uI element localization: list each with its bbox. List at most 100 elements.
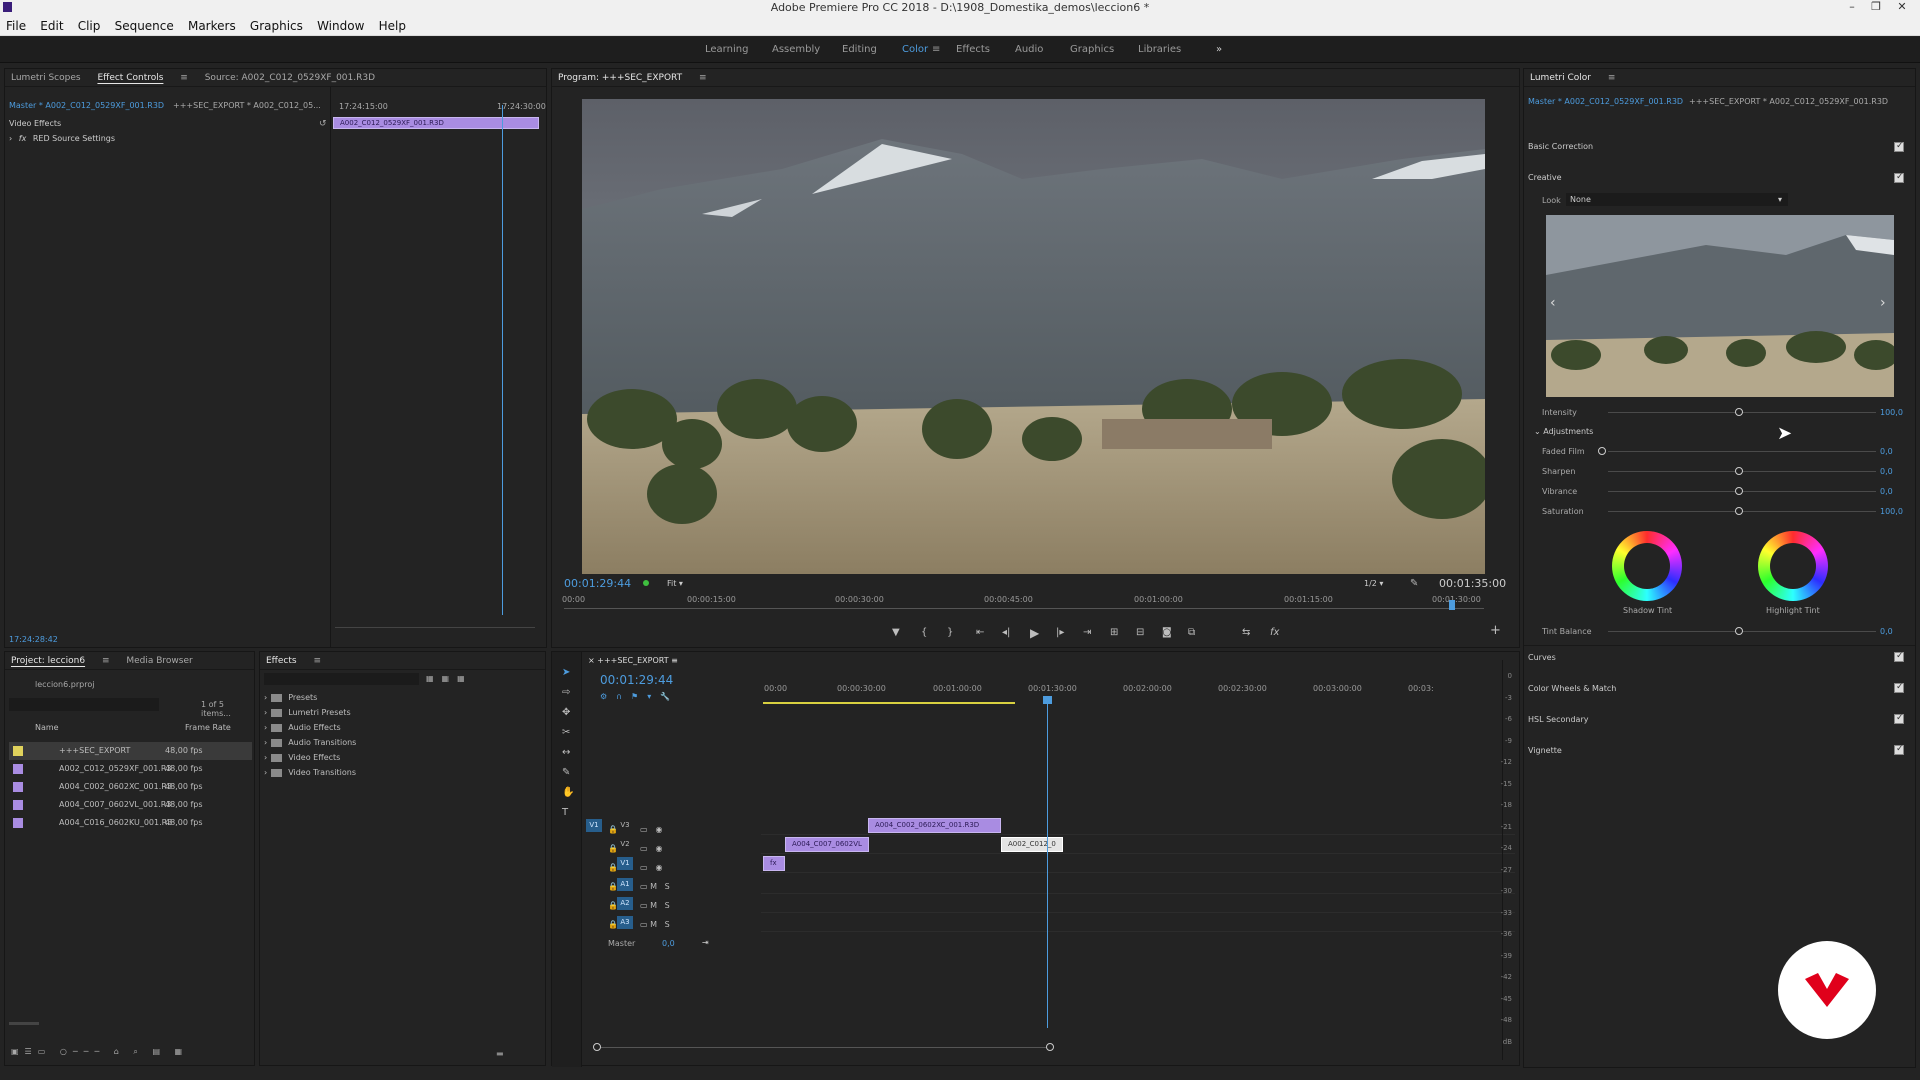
expand-arrow-icon[interactable]: › (264, 768, 267, 777)
expand-arrow-icon[interactable]: › (264, 693, 267, 702)
timeline-tab[interactable]: × +++SEC_EXPORT ≡ (588, 656, 678, 665)
column-frame-rate[interactable]: Frame Rate (185, 723, 231, 732)
program-scrollbar[interactable] (564, 608, 1484, 609)
expand-arrow-icon[interactable]: › (264, 753, 267, 762)
saturation-value[interactable]: 100,0 (1880, 507, 1903, 516)
project-item[interactable]: A004_C002_0602XC_001.R348,00 fps (9, 778, 252, 796)
expand-arrow-icon[interactable]: › (264, 738, 267, 747)
menu-window[interactable]: Window (311, 16, 369, 33)
fx-icon[interactable]: fx (1270, 628, 1279, 638)
sharpen-value[interactable]: 0,0 (1880, 467, 1893, 476)
menu-clip[interactable]: Clip (72, 16, 106, 33)
intensity-knob[interactable] (1735, 408, 1743, 416)
basic-correction-checkbox[interactable] (1894, 141, 1904, 152)
tint-balance-value[interactable]: 0,0 (1880, 627, 1893, 636)
tab-effects[interactable]: Effects (266, 652, 297, 670)
menu-graphics[interactable]: Graphics (244, 16, 308, 33)
play-icon[interactable]: ▶ (1030, 627, 1039, 639)
close-button[interactable]: ✕ (1890, 0, 1914, 16)
step-forward-icon[interactable]: |▸ (1056, 628, 1064, 638)
effects-folder[interactable]: › Video Transitions (264, 764, 356, 782)
label-color-swatch[interactable] (13, 799, 23, 810)
creative-checkbox[interactable] (1894, 172, 1904, 183)
workspace-editing[interactable]: Editing (842, 44, 877, 55)
toggle-proxies-icon[interactable]: ⇆ (1242, 628, 1250, 638)
ec-clip-bar[interactable]: A002_C012_0529XF_001.R3D (333, 117, 539, 129)
vibrance-value[interactable]: 0,0 (1880, 487, 1893, 496)
curves-checkbox[interactable] (1894, 651, 1904, 662)
lumetri-sequence-label[interactable]: +++SEC_EXPORT * A002_C012_0529XF_001.R3D (1689, 97, 1888, 106)
type-tool-icon[interactable]: T (562, 808, 568, 818)
panel-menu-icon[interactable]: ≡ (1608, 73, 1616, 83)
workspace-effects[interactable]: Effects (956, 44, 990, 55)
master-end-icon[interactable]: ⇥ (702, 938, 709, 947)
panel-menu-icon[interactable]: ≡ (102, 656, 110, 666)
faded-film-value[interactable]: 0,0 (1880, 447, 1893, 456)
selection-tool-icon[interactable]: ➤ (562, 668, 570, 678)
timeline-scroll-end[interactable] (1046, 1043, 1054, 1051)
video-track-toggles[interactable]: ▭◉ ▭◉ ▭◉ (640, 820, 671, 877)
label-color-swatch[interactable] (13, 763, 23, 774)
curves-header[interactable]: Curves (1528, 653, 1556, 662)
timeline-tool-icons[interactable]: ⚙∩⚑▾🔧 (600, 692, 679, 701)
ripple-edit-tool-icon[interactable]: ✥ (562, 708, 570, 718)
project-item[interactable]: A002_C012_0529XF_001.R348,00 fps (9, 760, 252, 778)
panel-menu-icon[interactable]: ≡ (180, 73, 188, 83)
color-wheels-header[interactable]: Color Wheels & Match (1528, 684, 1616, 693)
lumetri-title[interactable]: Lumetri Color (1530, 69, 1591, 87)
tab-media-browser[interactable]: Media Browser (126, 652, 192, 670)
vignette-checkbox[interactable] (1894, 744, 1904, 755)
minimize-button[interactable]: – (1840, 0, 1864, 16)
timeline-clip-v1[interactable]: fx (763, 856, 785, 871)
ec-current-time[interactable]: 17:24:28:42 (9, 635, 58, 644)
workspace-color[interactable]: Color (902, 44, 928, 55)
tint-balance-knob[interactable] (1735, 627, 1743, 635)
step-back-icon[interactable]: ◂| (1002, 628, 1010, 638)
track-v1-label[interactable]: V1 (617, 857, 633, 870)
tab-effect-controls[interactable]: Effect Controls (97, 69, 163, 87)
creative-header[interactable]: Creative (1528, 173, 1562, 182)
hand-tool-icon[interactable]: ✋ (562, 788, 574, 798)
track-lock-icons[interactable]: 🔒 🔒 🔒 🔒 🔒 🔒 (608, 820, 618, 934)
expand-arrow-icon[interactable]: › (264, 708, 267, 717)
pen-tool-icon[interactable]: ✎ (562, 768, 570, 778)
restore-button[interactable]: ❐ (1864, 0, 1888, 16)
track-a2-label[interactable]: A2 (617, 897, 633, 910)
mark-out-icon[interactable]: } (947, 628, 953, 638)
look-next-icon[interactable]: › (1880, 295, 1886, 311)
timeline-playhead[interactable] (1047, 698, 1048, 1028)
fx-icon[interactable]: fx (19, 134, 27, 143)
tab-project[interactable]: Project: leccion6 (11, 652, 85, 670)
project-scrollbar[interactable] (9, 1022, 39, 1025)
faded-film-track[interactable] (1608, 451, 1876, 452)
look-select[interactable]: None ▾ (1566, 193, 1788, 206)
label-color-swatch[interactable] (13, 745, 23, 756)
resolution-select[interactable]: 1/2 ▾ (1364, 579, 1383, 588)
panel-menu-icon[interactable]: ≡ (313, 656, 321, 666)
track-select-tool-icon[interactable]: ⇨ (562, 688, 570, 698)
sequence-clip-label[interactable]: +++SEC_EXPORT * A002_C012_05... (173, 101, 321, 110)
menu-file[interactable]: File (0, 16, 31, 33)
workspace-audio[interactable]: Audio (1015, 44, 1043, 55)
saturation-knob[interactable] (1735, 507, 1743, 515)
workspace-libraries[interactable]: Libraries (1138, 44, 1181, 55)
menu-sequence[interactable]: Sequence (109, 16, 179, 33)
vignette-header[interactable]: Vignette (1528, 746, 1562, 755)
expand-arrow-icon[interactable]: › (9, 134, 12, 143)
basic-correction-header[interactable]: Basic Correction (1528, 142, 1593, 151)
project-footer-toolbar[interactable]: ▣☰▭ ○─── ⌂ ⌕ ▤ ▦ (11, 1047, 188, 1057)
export-frame-icon[interactable]: ◙ (1162, 628, 1172, 638)
wrench-icon[interactable]: ✎ (1410, 578, 1418, 589)
menu-help[interactable]: Help (373, 16, 411, 33)
workspace-menu-icon[interactable]: ≡ (932, 44, 940, 55)
project-item[interactable]: A004_C007_0602VL_001.R348,00 fps (9, 796, 252, 814)
look-prev-icon[interactable]: ‹ (1550, 295, 1556, 311)
project-item[interactable]: +++SEC_EXPORT 48,00 fps (9, 742, 252, 760)
tab-lumetri-scopes[interactable]: Lumetri Scopes (11, 69, 81, 87)
program-monitor-title[interactable]: Program: +++SEC_EXPORT (558, 69, 682, 87)
timeline-clip-v3[interactable]: A004_C002_0602XC_001.R3D (868, 818, 1001, 833)
adjustments-header[interactable]: ⌄ Adjustments (1534, 427, 1593, 436)
go-to-out-icon[interactable]: ⇥ (1083, 628, 1091, 638)
expand-arrow-icon[interactable]: › (264, 723, 267, 732)
workspace-assembly[interactable]: Assembly (772, 44, 820, 55)
